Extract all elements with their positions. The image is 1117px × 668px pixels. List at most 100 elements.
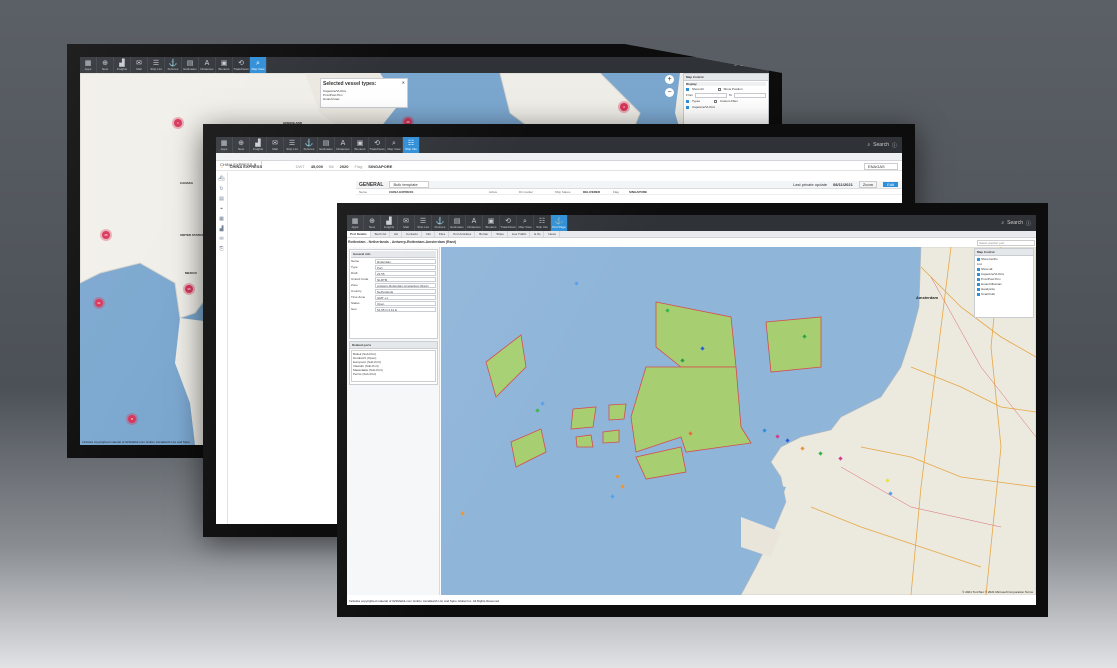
show-all-checkbox[interactable]: [686, 87, 689, 91]
zone-field[interactable]: Antwerp-Rotterdam-Amsterdam (Rant): [375, 282, 436, 288]
toolbar-insights[interactable]: ▟ Insights: [250, 137, 267, 153]
mail-icon[interactable]: ✉: [219, 236, 223, 242]
tab-ett[interactable]: Ett: [391, 231, 403, 237]
panamax-checkbox[interactable]: [977, 277, 980, 281]
show-position-checkbox[interactable]: [717, 87, 721, 91]
location-icon[interactable]: ⌖: [220, 206, 223, 212]
name-field[interactable]: Rotterdam: [375, 258, 436, 264]
toolbar-apps[interactable]: ▦ Apps: [216, 137, 233, 153]
tab-border[interactable]: Border: [476, 231, 493, 237]
toolbar-fixtures[interactable]: ⚓ Fixtures: [301, 137, 318, 153]
chart-icon[interactable]: ▟: [220, 226, 224, 232]
toolbar-new[interactable]: ⊕ New: [97, 57, 114, 73]
toolbar-estimates[interactable]: ▤ Estimates: [182, 57, 199, 73]
ship-marker[interactable]: [615, 474, 620, 479]
toolbar-search[interactable]: ⌕ Search ⓘ: [734, 57, 769, 73]
from-date-input[interactable]: [695, 92, 727, 98]
zoom-in-button[interactable]: +: [665, 75, 674, 84]
vessel-search-input[interactable]: ENAGAS: [864, 162, 898, 170]
tab-port-details[interactable]: Port Details: [347, 231, 371, 237]
show-berths-checkbox[interactable]: [977, 257, 980, 261]
handysize-checkbox[interactable]: [977, 287, 980, 291]
toolbar-bunkers[interactable]: ▣ Bunkers: [352, 137, 369, 153]
ship-icon[interactable]: ⛴: [218, 176, 224, 182]
capesize-checkbox[interactable]: [977, 272, 980, 276]
to-date-input[interactable]: [734, 92, 767, 98]
toolbar-apps[interactable]: ▦ Apps: [347, 215, 364, 231]
vessel-cluster[interactable]: 8: [128, 415, 136, 423]
country-field[interactable]: Netherlands: [375, 288, 436, 294]
vessel-cluster[interactable]: 35: [185, 285, 193, 293]
type-field[interactable]: Port: [375, 264, 436, 270]
handymax-checkbox[interactable]: [977, 282, 980, 286]
ship-marker[interactable]: [775, 434, 780, 439]
ship-marker[interactable]: [800, 446, 805, 451]
tab-live-traffic[interactable]: Live Traffic: [509, 231, 531, 237]
tab-berth-list[interactable]: Berth list: [372, 231, 391, 237]
tab-port-activities[interactable]: Port Activities: [450, 231, 476, 237]
toolbar-fixtures[interactable]: ⚓ Fixtures: [165, 57, 182, 73]
toolbar-distances[interactable]: A Distances: [466, 215, 483, 231]
ship-marker[interactable]: [762, 428, 767, 433]
ship-marker[interactable]: [620, 484, 625, 489]
ship-marker[interactable]: [785, 438, 790, 443]
related-ports-list[interactable]: Botlek (Sub-Port) Dordrecht (Open) Europ…: [351, 350, 436, 382]
port-search-input[interactable]: Select another port: [977, 240, 1035, 246]
toolbar-bunkers[interactable]: ▣ Bunkers: [216, 57, 233, 73]
toolbar-distances[interactable]: A Distances: [335, 137, 352, 153]
toolbar-search[interactable]: ⌕ Search ⓘ: [867, 137, 902, 153]
capesize-checkbox[interactable]: [686, 105, 689, 109]
document-icon[interactable]: ▤: [219, 196, 224, 202]
status-field[interactable]: Open: [375, 300, 436, 306]
types-radio[interactable]: [686, 99, 689, 103]
toolbar-mail[interactable]: ✉ Mail: [131, 57, 148, 73]
toolbar-insights[interactable]: ▟ Insights: [381, 215, 398, 231]
zoom-button[interactable]: Zoom: [858, 181, 878, 188]
toolbar-search[interactable]: ⌕ Search ⓘ: [1001, 215, 1036, 231]
toolbar-ship-list[interactable]: ☰ Ship List: [415, 215, 432, 231]
ship-marker[interactable]: [700, 346, 705, 351]
ship-marker[interactable]: [665, 308, 670, 313]
port-map[interactable]: Amsterdam Map Control Show berths List S…: [441, 247, 1036, 595]
draft-field[interactable]: 22.55: [375, 270, 436, 276]
ship-marker[interactable]: [838, 456, 843, 461]
star-icon[interactable]: ☆: [220, 164, 224, 169]
history-icon[interactable]: ↻: [219, 186, 223, 192]
toolbar-bunkers[interactable]: ▣ Bunkers: [483, 215, 500, 231]
toolbar-apps[interactable]: ▦ Apps: [80, 57, 97, 73]
toolbar-map-view[interactable]: ⌕ Map View: [517, 215, 534, 231]
template-select[interactable]: Bulk template: [389, 181, 430, 188]
toolbar-mail[interactable]: ✉ Mail: [267, 137, 284, 153]
ship-marker[interactable]: [535, 408, 540, 413]
toolbar-insights[interactable]: ▟ Insights: [114, 57, 131, 73]
toolbar-distances[interactable]: A Distances: [199, 57, 216, 73]
close-icon[interactable]: ✕: [402, 80, 405, 85]
ship-marker[interactable]: [885, 478, 890, 483]
vessel-cluster[interactable]: 26: [102, 231, 110, 239]
toolbar-estimates[interactable]: ▤ Estimates: [449, 215, 466, 231]
calendar-icon[interactable]: ▦: [219, 216, 224, 222]
toolbar-mail[interactable]: ✉ Mail: [398, 215, 415, 231]
vessel-cluster[interactable]: 3: [620, 103, 628, 111]
geo-field[interactable]: 51.95 N 4.12 E: [375, 306, 436, 312]
ship-marker[interactable]: [540, 401, 545, 406]
tab-files[interactable]: Files: [436, 231, 450, 237]
vessel-cluster[interactable]: 1: [174, 119, 182, 127]
small-bulk-checkbox[interactable]: [977, 292, 980, 296]
attachment-icon[interactable]: ⎘: [219, 246, 223, 252]
ship-marker[interactable]: [680, 358, 685, 363]
toolbar-estimates[interactable]: ▤ Estimates: [318, 137, 335, 153]
toolbar-fixtures[interactable]: ⚓ Fixtures: [432, 215, 449, 231]
tab-e-ifo[interactable]: E Ifo: [531, 231, 545, 237]
toolbar-tradeflows[interactable]: ⟲ TradeFlows: [233, 57, 250, 73]
toolbar-tradeflows[interactable]: ⟲ TradeFlows: [500, 215, 517, 231]
timezone-field[interactable]: GMT +1: [375, 294, 436, 300]
tab-ships[interactable]: Ships: [493, 231, 508, 237]
toolbar-port-page[interactable]: ⚓ Port Page: [551, 215, 568, 231]
ship-marker[interactable]: [460, 511, 465, 516]
toolbar-map-view[interactable]: ⌕ Map View: [250, 57, 267, 73]
tab-info[interactable]: Info: [423, 231, 435, 237]
unlocode-field[interactable]: NLRTM: [375, 276, 436, 282]
ship-marker[interactable]: [574, 281, 579, 286]
list-item[interactable]: Pernis (Sub-Port): [353, 372, 434, 376]
